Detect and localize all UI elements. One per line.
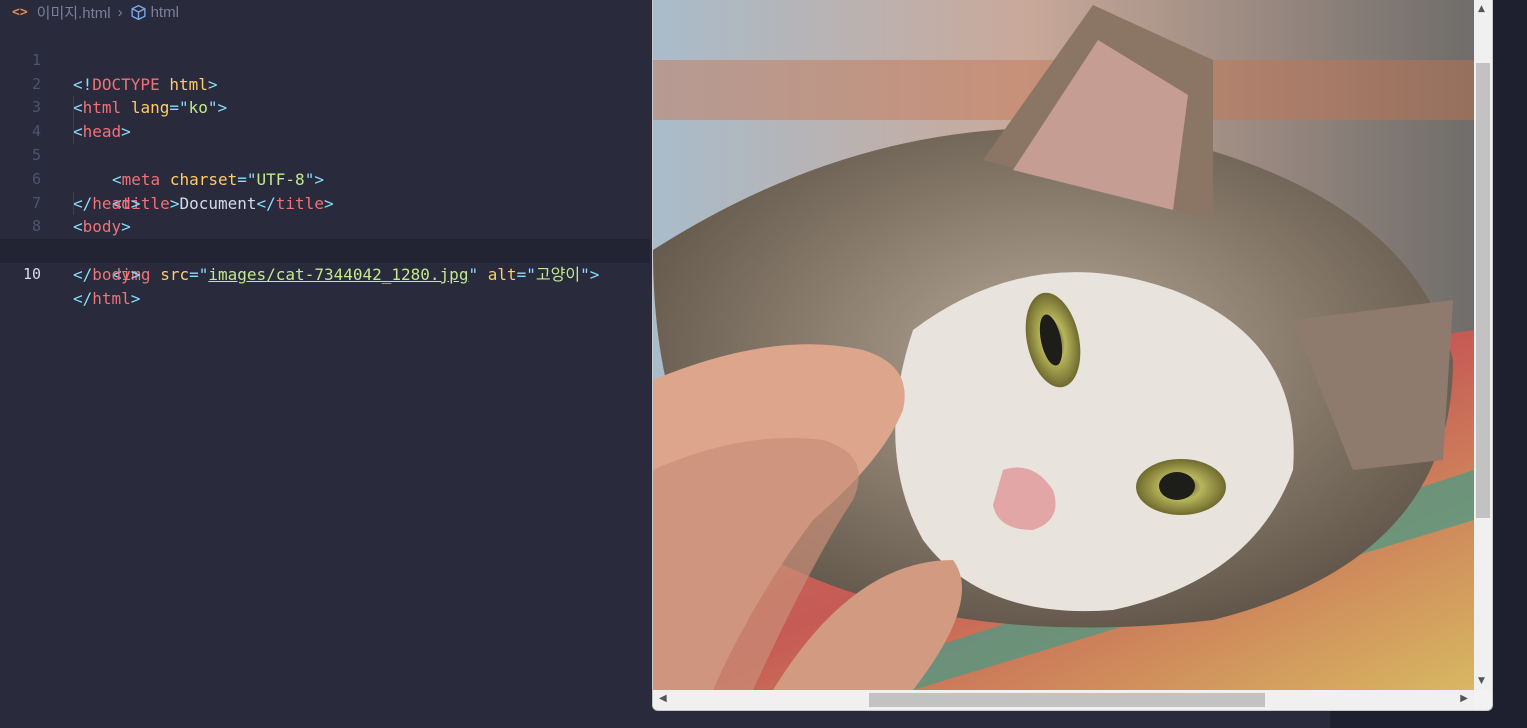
line-number: 10 bbox=[22, 264, 41, 283]
preview-viewport[interactable] bbox=[653, 0, 1474, 690]
scroll-up-arrow-icon[interactable]: ▲ bbox=[1478, 4, 1485, 14]
vertical-scrollbar[interactable]: ▲ ▼ bbox=[1474, 0, 1492, 690]
breadcrumb-file[interactable]: 이미지.html bbox=[37, 2, 111, 23]
vertical-scroll-thumb[interactable] bbox=[1476, 63, 1490, 518]
code-line-1[interactable]: 1 <!DOCTYPE html> bbox=[0, 25, 650, 94]
horizontal-scroll-thumb[interactable] bbox=[869, 693, 1265, 707]
image-path-link[interactable]: images/cat-7344042_1280.jpg bbox=[208, 265, 468, 284]
horizontal-scrollbar[interactable]: ◀ ▶ bbox=[653, 690, 1474, 710]
breadcrumb-symbol[interactable]: html bbox=[151, 4, 179, 21]
cube-icon bbox=[130, 4, 147, 21]
code-line-6[interactable]: 6 </head> bbox=[0, 144, 650, 213]
scroll-down-arrow-icon[interactable]: ▼ bbox=[1478, 676, 1485, 686]
indent-guide bbox=[73, 96, 74, 121]
code-line-5[interactable]: 5 <title>Document</title> bbox=[0, 120, 650, 213]
code-line-9[interactable]: 9 </body> bbox=[0, 215, 650, 284]
code-line-7[interactable]: 7 <body> bbox=[0, 168, 650, 237]
browser-preview-window[interactable]: ▲ ▼ ◀ ▶ bbox=[652, 0, 1493, 711]
code-line-10[interactable]: 10 </html> bbox=[0, 239, 650, 308]
code-line-2[interactable]: 2 <html lang="ko"> bbox=[0, 49, 650, 118]
breadcrumb: <> 이미지.html › html bbox=[0, 0, 650, 25]
scroll-right-arrow-icon[interactable]: ▶ bbox=[1460, 693, 1468, 704]
code-line-4[interactable]: 4 <meta charset="UTF-8"> bbox=[0, 96, 650, 189]
code-line-3[interactable]: 3 <head> bbox=[0, 73, 650, 141]
indent-guide bbox=[73, 191, 74, 216]
indent-guide bbox=[73, 120, 74, 144]
code-area[interactable]: 1 <!DOCTYPE html> 2 <html lang="ko"> 3 <… bbox=[0, 25, 650, 308]
chevron-right-icon: › bbox=[117, 4, 123, 21]
code-line-8[interactable]: 8 <img src="images/cat-7344042_1280.jpg"… bbox=[0, 191, 650, 284]
html-file-icon: <> bbox=[12, 5, 28, 20]
cat-image bbox=[653, 0, 1474, 690]
scroll-left-arrow-icon[interactable]: ◀ bbox=[659, 693, 667, 704]
